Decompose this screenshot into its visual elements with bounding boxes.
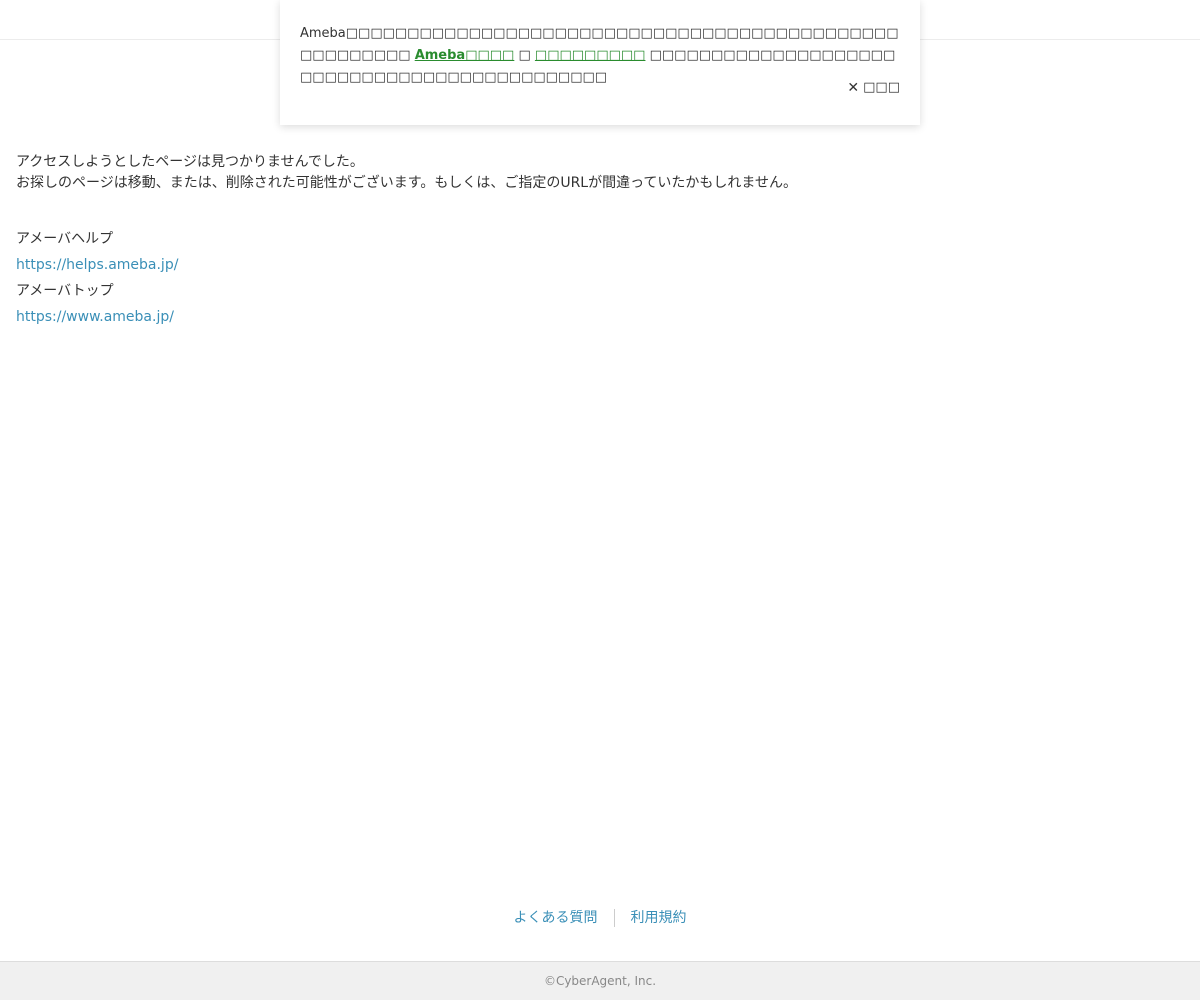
top-link[interactable]: https://www.ameba.jp/ (16, 304, 1176, 330)
copyright: ©CyberAgent, Inc. (543, 974, 657, 988)
cookie-consent-text: Ameba□□□□□□□□□□□□□□□□□□□□□□□□□□□□□□□□□□□… (300, 23, 900, 89)
footer-nav: よくある質問 利用規約 (0, 907, 1200, 929)
faq-link[interactable]: よくある質問 (498, 907, 614, 929)
footer-bar: ©CyberAgent, Inc. (0, 961, 1200, 1000)
cookie-close-button[interactable]: ✕ □□□ (847, 80, 900, 95)
help-link[interactable]: https://helps.ameba.jp/ (16, 252, 1176, 278)
cookie-close-label: □□□ (863, 80, 900, 95)
error-content: アクセスしようとしたページは見つかりませんでした。 お探しのページは移動、または… (16, 152, 1176, 330)
cookie-text-connector: □ (518, 48, 531, 63)
top-label: アメーバトップ (16, 283, 114, 299)
error-message-line2: お探しのページは移動、または、削除された可能性がございます。もしくは、ご指定のU… (16, 175, 797, 191)
ameba-policy-link[interactable]: Ameba□□□□ (415, 48, 515, 63)
close-icon: ✕ (847, 79, 860, 96)
help-label: アメーバヘルプ (16, 231, 114, 247)
related-links: アメーバヘルプ https://helps.ameba.jp/ アメーバトップ … (16, 226, 1176, 330)
cookie-consent-banner: Ameba□□□□□□□□□□□□□□□□□□□□□□□□□□□□□□□□□□□… (280, 0, 920, 125)
error-message-line1: アクセスしようとしたページは見つかりませんでした。 (16, 154, 364, 170)
terms-link[interactable]: 利用規約 (615, 907, 703, 929)
cookie-policy-link[interactable]: □□□□□□□□□ (535, 48, 646, 63)
